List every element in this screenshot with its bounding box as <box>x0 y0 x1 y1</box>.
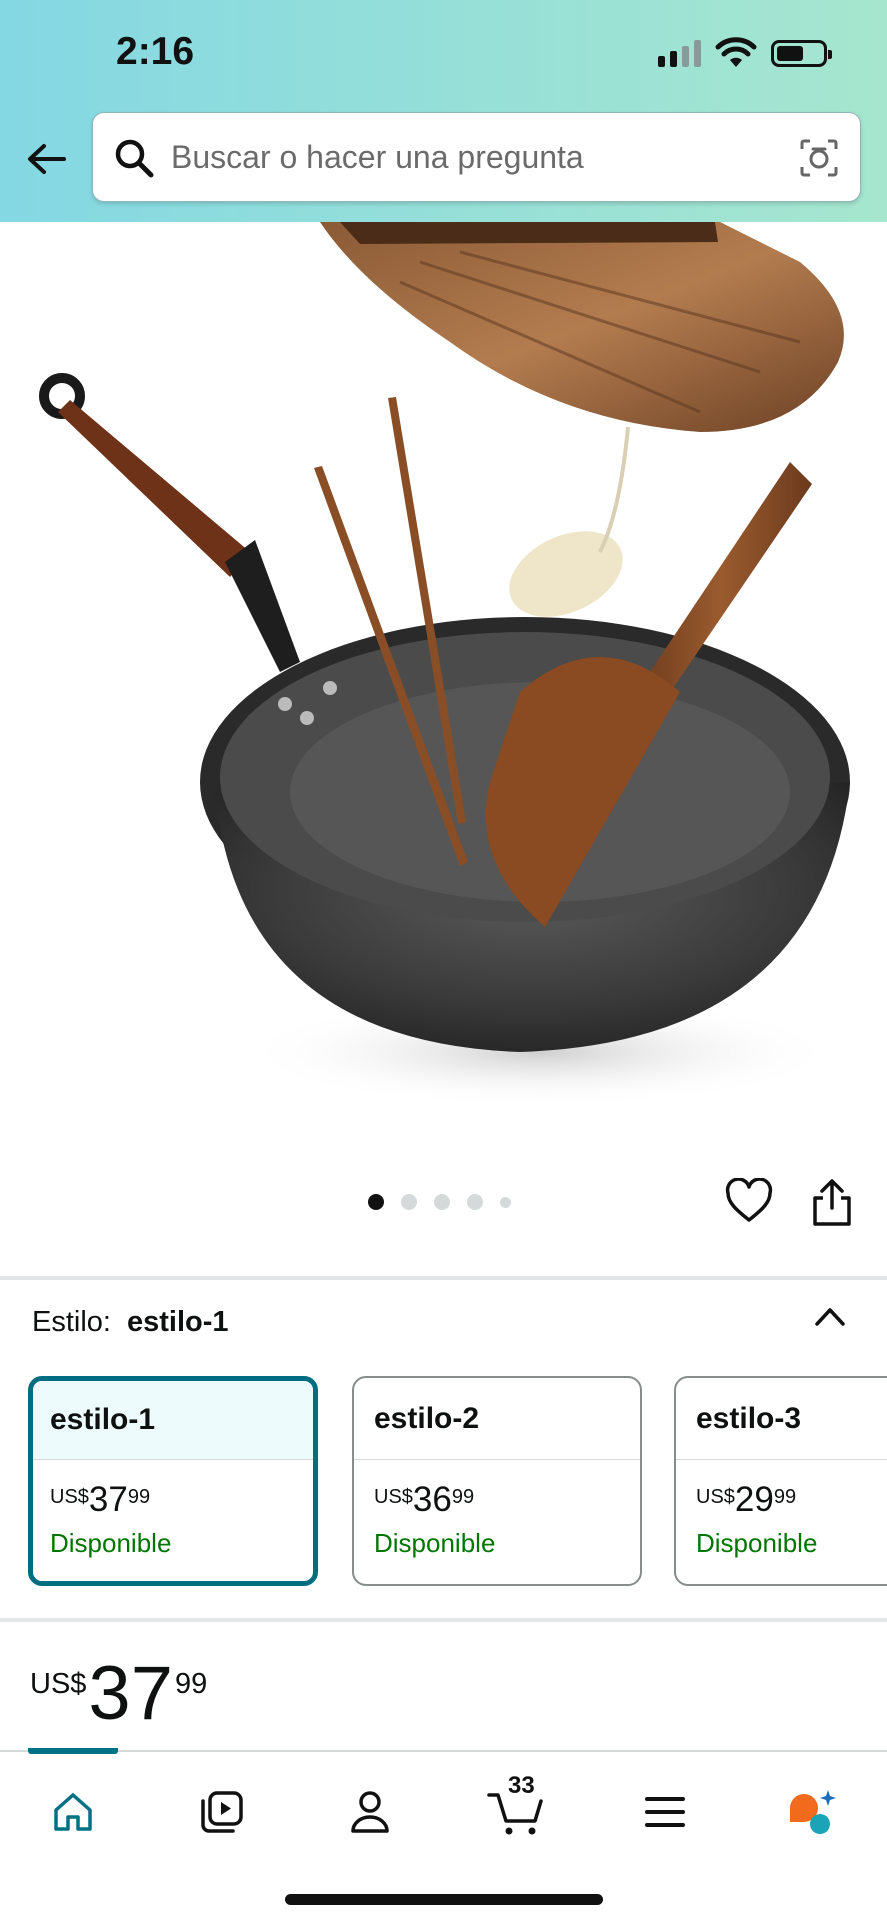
availability: Disponible <box>50 1528 172 1558</box>
price-fraction: 99 <box>451 1486 475 1508</box>
divider <box>0 1276 887 1280</box>
pagination-dot[interactable] <box>434 1194 450 1210</box>
style-option-estilo-1[interactable]: estilo-1 US$ 37 99 Disponible <box>28 1376 318 1586</box>
style-option-price: US$ 36 99 <box>354 1482 640 1518</box>
style-option-name: estilo-3 <box>676 1378 887 1460</box>
price-whole: 37 <box>88 1651 173 1736</box>
price-fraction: 99 <box>127 1486 151 1508</box>
signal-icon <box>658 39 701 67</box>
rufus-icon[interactable] <box>782 1782 842 1842</box>
product-image[interactable] <box>0 222 887 1122</box>
availability: Disponible <box>374 1528 496 1558</box>
style-option-name: estilo-1 <box>33 1381 313 1460</box>
home-indicator <box>285 1894 603 1905</box>
menu-icon[interactable] <box>635 1782 695 1842</box>
chevron-up-icon[interactable] <box>812 1302 848 1330</box>
video-icon[interactable] <box>192 1782 252 1842</box>
share-icon[interactable] <box>810 1178 854 1228</box>
style-selector-header: Estilo: estilo-1 <box>32 1306 229 1339</box>
availability: Disponible <box>696 1528 818 1558</box>
style-option-estilo-3[interactable]: estilo-3 US$ 29 99 Disponible <box>674 1376 887 1586</box>
status-icons <box>658 36 832 70</box>
style-option-estilo-2[interactable]: estilo-2 US$ 36 99 Disponible <box>352 1376 642 1586</box>
header: 2:16 <box>0 0 887 222</box>
search-bar[interactable] <box>92 112 861 202</box>
search-input[interactable] <box>171 113 771 201</box>
price-fraction: 99 <box>773 1486 797 1508</box>
status-time: 2:16 <box>116 30 195 73</box>
pagination-dot[interactable] <box>368 1194 384 1210</box>
cart-count: 33 <box>508 1772 535 1799</box>
currency: US$ <box>374 1486 413 1508</box>
bottom-navigation: 33 <box>0 1748 887 1920</box>
currency: US$ <box>50 1486 89 1508</box>
product-price: US$ 37 99 <box>30 1654 207 1734</box>
price-whole: 29 <box>734 1480 774 1519</box>
pagination-dot[interactable] <box>467 1194 483 1210</box>
pagination-dot[interactable] <box>401 1194 417 1210</box>
nav-active-indicator <box>28 1748 118 1754</box>
price-whole: 36 <box>412 1480 452 1519</box>
style-option-name: estilo-2 <box>354 1378 640 1460</box>
pagination-dot[interactable] <box>500 1196 511 1208</box>
price-fraction: 99 <box>174 1668 208 1700</box>
battery-icon <box>771 39 832 67</box>
divider <box>0 1618 887 1622</box>
style-swatches: estilo-1 US$ 37 99 Disponible estilo-2 US$… <box>28 1376 887 1588</box>
camera-search-icon[interactable] <box>798 137 840 179</box>
style-option-price: US$ 29 99 <box>676 1482 887 1518</box>
heart-icon[interactable] <box>725 1178 773 1224</box>
home-icon[interactable] <box>43 1782 103 1842</box>
style-selected-value: estilo-1 <box>126 1306 229 1338</box>
image-pagination[interactable] <box>368 1194 511 1210</box>
price-whole: 37 <box>88 1480 128 1519</box>
currency: US$ <box>30 1668 87 1700</box>
style-option-price: US$ 37 99 <box>33 1482 313 1518</box>
back-arrow-icon[interactable] <box>24 136 70 182</box>
account-icon[interactable] <box>340 1782 400 1842</box>
wifi-icon <box>715 37 757 67</box>
search-icon <box>115 139 154 178</box>
currency: US$ <box>696 1486 735 1508</box>
style-label: Estilo: <box>32 1306 111 1338</box>
